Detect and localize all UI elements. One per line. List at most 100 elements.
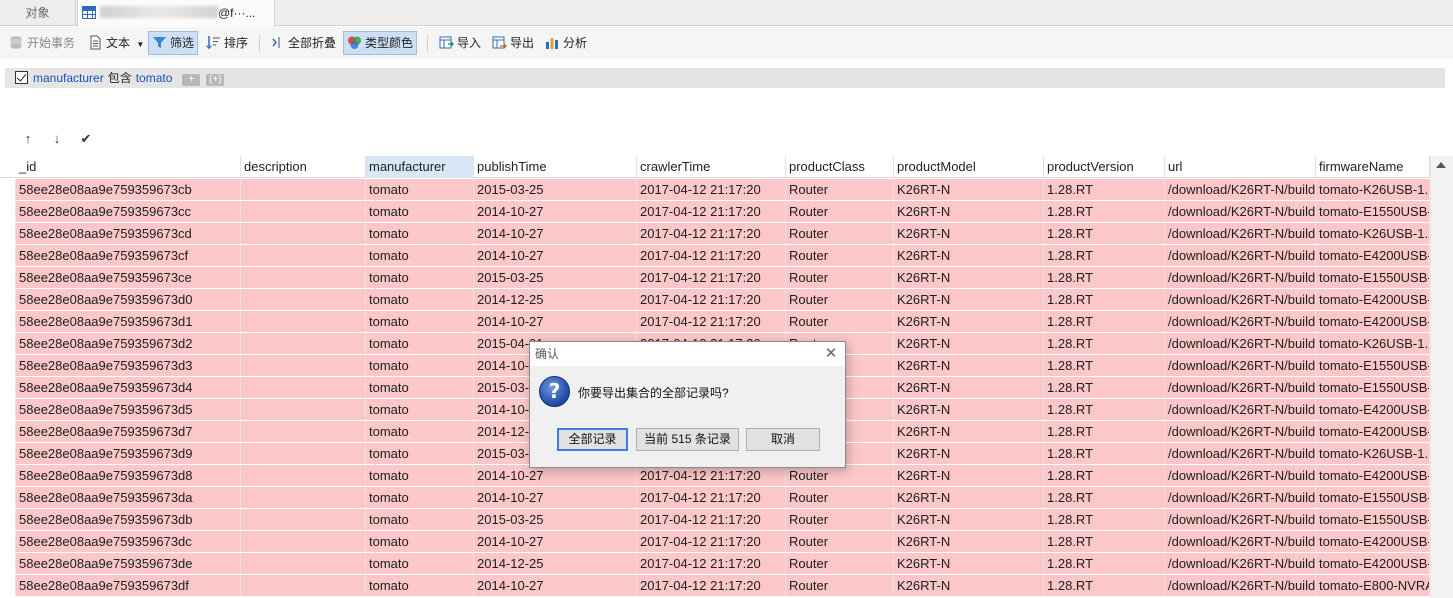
table-cell[interactable]: K26RT-N xyxy=(894,421,1044,442)
table-row[interactable]: 58ee28e08aa9e759359673cd tomato 2014-10-27… xyxy=(0,223,1430,245)
table-cell[interactable]: 2014-10-27 xyxy=(474,223,637,244)
table-cell[interactable] xyxy=(241,333,366,354)
table-cell[interactable]: 2017-04-12 21:17:20 xyxy=(637,553,786,574)
add-condition-button[interactable]: + xyxy=(182,74,201,86)
table-cell[interactable] xyxy=(241,267,366,288)
table-row[interactable]: 58ee28e08aa9e759359673dc tomato 2014-10-27… xyxy=(0,531,1430,553)
column-header[interactable]: firmwareName xyxy=(1316,156,1430,178)
table-cell[interactable]: K26RT-N xyxy=(894,465,1044,486)
move-down-icon[interactable]: ↓ xyxy=(49,130,65,148)
table-cell[interactable]: tomato-E1550USB-1.28 xyxy=(1316,355,1430,376)
table-cell[interactable]: /download/K26RT-N/build xyxy=(1165,509,1316,530)
move-up-icon[interactable]: ↑ xyxy=(20,130,36,148)
table-cell[interactable]: /download/K26RT-N/build xyxy=(1165,267,1316,288)
table-cell[interactable]: K26RT-N xyxy=(894,377,1044,398)
table-cell[interactable]: K26RT-N xyxy=(894,509,1044,530)
sort-button[interactable]: 排序 xyxy=(203,31,251,55)
table-cell[interactable]: 58ee28e08aa9e759359673de xyxy=(16,553,241,574)
table-cell[interactable]: Router xyxy=(786,465,894,486)
table-cell[interactable]: 1.28.RT xyxy=(1044,179,1165,200)
table-row[interactable]: 58ee28e08aa9e759359673d1 tomato 2014-10-27… xyxy=(0,311,1430,333)
table-row[interactable]: 58ee28e08aa9e759359673de tomato 2014-12-25… xyxy=(0,553,1430,575)
filter-button[interactable]: 筛选 xyxy=(148,31,199,55)
table-cell[interactable]: 58ee28e08aa9e759359673d8 xyxy=(16,465,241,486)
table-cell[interactable]: 58ee28e08aa9e759359673cf xyxy=(16,245,241,266)
row-selector[interactable] xyxy=(0,399,16,420)
table-cell[interactable] xyxy=(241,179,366,200)
row-selector[interactable] xyxy=(0,553,16,574)
table-cell[interactable] xyxy=(241,487,366,508)
table-cell[interactable]: tomato xyxy=(366,487,474,508)
table-cell[interactable]: 58ee28e08aa9e759359673d7 xyxy=(16,421,241,442)
table-cell[interactable]: tomato xyxy=(366,311,474,332)
table-cell[interactable]: 2017-04-12 21:17:20 xyxy=(637,487,786,508)
table-cell[interactable]: tomato-E4200USB-1.28 xyxy=(1316,421,1430,442)
table-cell[interactable]: Router xyxy=(786,509,894,530)
table-cell[interactable]: K26RT-N xyxy=(894,179,1044,200)
table-cell[interactable]: K26RT-N xyxy=(894,289,1044,310)
add-group-button[interactable]: (+) xyxy=(206,74,225,86)
table-cell[interactable]: K26RT-N xyxy=(894,531,1044,552)
table-cell[interactable]: Router xyxy=(786,487,894,508)
column-header[interactable]: crawlerTime xyxy=(637,156,786,178)
export-current-button[interactable]: 当前 515 条记录 xyxy=(636,428,739,451)
table-cell[interactable] xyxy=(241,223,366,244)
table-cell[interactable]: tomato xyxy=(366,355,474,376)
table-cell[interactable] xyxy=(241,399,366,420)
table-row[interactable]: 58ee28e08aa9e759359673cb tomato 2015-03-25… xyxy=(0,179,1430,201)
row-selector[interactable] xyxy=(0,311,16,332)
table-cell[interactable]: 1.28.RT xyxy=(1044,289,1165,310)
table-cell[interactable]: /download/K26RT-N/build xyxy=(1165,311,1316,332)
table-cell[interactable]: K26RT-N xyxy=(894,487,1044,508)
row-selector[interactable] xyxy=(0,377,16,398)
table-cell[interactable]: Router xyxy=(786,267,894,288)
table-cell[interactable]: Router xyxy=(786,311,894,332)
table-cell[interactable]: 2014-10-27 xyxy=(474,531,637,552)
row-selector[interactable] xyxy=(0,355,16,376)
table-cell[interactable]: 1.28.RT xyxy=(1044,509,1165,530)
table-cell[interactable]: 1.28.RT xyxy=(1044,201,1165,222)
table-cell[interactable] xyxy=(241,311,366,332)
column-header[interactable]: url xyxy=(1165,156,1316,178)
table-cell[interactable]: tomato-E1550USB-1.28 xyxy=(1316,509,1430,530)
table-cell[interactable]: Router xyxy=(786,531,894,552)
table-cell[interactable] xyxy=(241,575,366,596)
row-selector[interactable] xyxy=(0,267,16,288)
table-cell[interactable]: tomato-K26USB-1.28.RT xyxy=(1316,333,1430,354)
row-selector[interactable] xyxy=(0,223,16,244)
table-cell[interactable] xyxy=(241,553,366,574)
column-header[interactable]: description xyxy=(241,156,366,178)
type-color-button[interactable]: 类型颜色 xyxy=(343,31,418,55)
table-cell[interactable] xyxy=(241,509,366,530)
table-cell[interactable] xyxy=(241,245,366,266)
column-header[interactable]: productClass xyxy=(786,156,894,178)
table-cell[interactable]: 2014-10-27 xyxy=(474,487,637,508)
table-cell[interactable]: 1.28.RT xyxy=(1044,355,1165,376)
table-cell[interactable]: 58ee28e08aa9e759359673d4 xyxy=(16,377,241,398)
table-cell[interactable]: K26RT-N xyxy=(894,311,1044,332)
table-cell[interactable]: 2014-10-27 xyxy=(474,465,637,486)
text-view-button[interactable]: 文本 ▼ xyxy=(85,31,147,55)
table-cell[interactable]: /download/K26RT-N/build xyxy=(1165,465,1316,486)
table-cell[interactable]: 58ee28e08aa9e759359673df xyxy=(16,575,241,596)
table-cell[interactable] xyxy=(241,531,366,552)
table-cell[interactable]: 2015-03-25 xyxy=(474,267,637,288)
row-selector[interactable] xyxy=(0,179,16,200)
table-cell[interactable]: Router xyxy=(786,201,894,222)
table-cell[interactable]: tomato-E4200USB-1.28 xyxy=(1316,465,1430,486)
table-cell[interactable]: 2017-04-12 21:17:20 xyxy=(637,201,786,222)
vertical-scrollbar[interactable] xyxy=(1430,156,1453,598)
table-cell[interactable]: tomato xyxy=(366,377,474,398)
table-cell[interactable]: tomato-E4200USB-1.28 xyxy=(1316,399,1430,420)
table-cell[interactable]: 2015-03-25 xyxy=(474,179,637,200)
table-cell[interactable]: /download/K26RT-N/build xyxy=(1165,553,1316,574)
table-cell[interactable]: 2017-04-12 21:17:20 xyxy=(637,267,786,288)
filter-value[interactable]: tomato xyxy=(136,71,173,85)
table-row[interactable]: 58ee28e08aa9e759359673d0 tomato 2014-12-25… xyxy=(0,289,1430,311)
begin-transaction-button[interactable]: 开始事务 xyxy=(6,31,78,55)
table-cell[interactable]: tomato xyxy=(366,289,474,310)
table-cell[interactable]: 2017-04-12 21:17:20 xyxy=(637,509,786,530)
table-cell[interactable]: tomato-E4200USB-1.28 xyxy=(1316,289,1430,310)
close-icon[interactable]: ✕ xyxy=(823,342,839,366)
table-cell[interactable]: tomato-E1550USB-1.28 xyxy=(1316,267,1430,288)
